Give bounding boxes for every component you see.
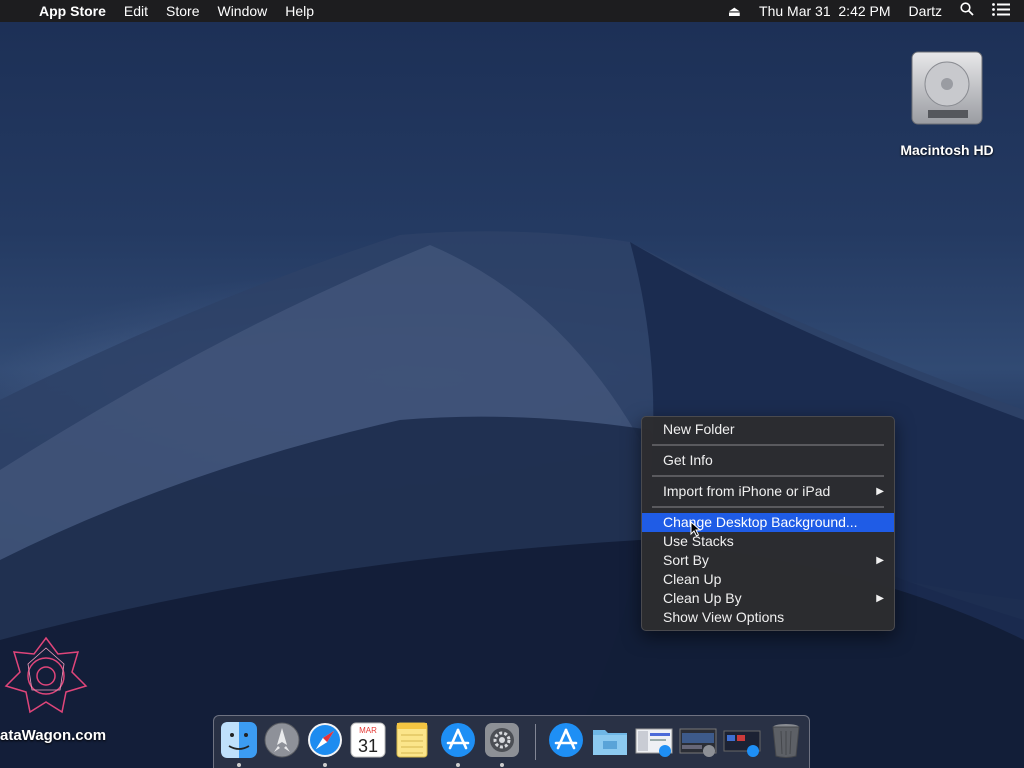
running-indicator: [500, 763, 504, 767]
clock[interactable]: Thu Mar 31 2:42 PM: [750, 0, 900, 22]
system-preferences-icon[interactable]: [483, 721, 521, 759]
status-area: ⏏ Thu Mar 31 2:42 PM Dartz: [719, 0, 1024, 22]
wallpaper-dunes: [0, 231, 1024, 768]
submenu-arrow-icon: ▶: [876, 593, 884, 604]
menu-separator: [652, 475, 884, 477]
user-menu[interactable]: Dartz: [900, 0, 951, 22]
desktop-context-menu: New Folder Get Info Import from iPhone o…: [641, 416, 895, 631]
menu-item-show-view-options[interactable]: Show View Options: [642, 608, 894, 627]
spotlight-search-icon[interactable]: [951, 0, 983, 22]
screenshot-thumbnail-icon[interactable]: [723, 721, 761, 759]
hard-drive-icon[interactable]: [908, 48, 986, 128]
watermark-logo: [4, 636, 88, 714]
menu-separator: [652, 506, 884, 508]
dock: MAR 31: [213, 715, 810, 768]
mouse-pointer-icon: [690, 521, 702, 537]
desktop-wallpaper[interactable]: [0, 0, 1024, 768]
calendar-icon[interactable]: MAR 31: [349, 721, 387, 759]
menu-item-import-from-iphone[interactable]: Import from iPhone or iPad ▶: [642, 482, 894, 501]
menu-help[interactable]: Help: [276, 0, 323, 22]
launchpad-icon[interactable]: [263, 721, 301, 759]
safari-icon[interactable]: [306, 721, 344, 759]
menu-item-get-info[interactable]: Get Info: [642, 451, 894, 470]
notification-center-icon[interactable]: [983, 0, 1024, 22]
documents-folder-icon[interactable]: [591, 721, 629, 759]
running-indicator: [456, 763, 460, 767]
submenu-arrow-icon: ▶: [876, 486, 884, 497]
app-menu[interactable]: App Store: [30, 0, 115, 22]
menu-item-new-folder[interactable]: New Folder: [642, 420, 894, 439]
menu-item-use-stacks[interactable]: Use Stacks: [642, 532, 894, 551]
finder-icon[interactable]: [220, 721, 258, 759]
calendar-month: MAR: [359, 726, 377, 735]
running-indicator: [237, 763, 241, 767]
watermark-text: ataWagon.com: [0, 727, 107, 744]
screenshot-thumbnail-icon[interactable]: [635, 721, 673, 759]
app-store-icon[interactable]: [439, 721, 477, 759]
menu-window[interactable]: Window: [208, 0, 276, 22]
menu-item-change-desktop-background[interactable]: Change Desktop Background...: [642, 513, 894, 532]
menu-separator: [652, 444, 884, 446]
menu-item-clean-up-by[interactable]: Clean Up By ▶: [642, 589, 894, 608]
submenu-arrow-icon: ▶: [876, 555, 884, 566]
menu-bar: App Store Edit Store Window Help ⏏ Thu M…: [0, 0, 1024, 22]
dock-separator: [535, 724, 536, 760]
menu-edit[interactable]: Edit: [115, 0, 157, 22]
eject-icon[interactable]: ⏏: [719, 0, 750, 22]
hard-drive-label[interactable]: Macintosh HD: [886, 142, 1008, 158]
screenshot-thumbnail-icon[interactable]: [679, 721, 717, 759]
menu-store[interactable]: Store: [157, 0, 208, 22]
applications-folder-icon[interactable]: [547, 721, 585, 759]
running-indicator: [323, 763, 327, 767]
menu-item-clean-up[interactable]: Clean Up: [642, 570, 894, 589]
calendar-day: 31: [358, 736, 378, 756]
menu-item-sort-by[interactable]: Sort By ▶: [642, 551, 894, 570]
trash-icon[interactable]: [767, 721, 805, 759]
notes-icon[interactable]: [393, 721, 431, 759]
